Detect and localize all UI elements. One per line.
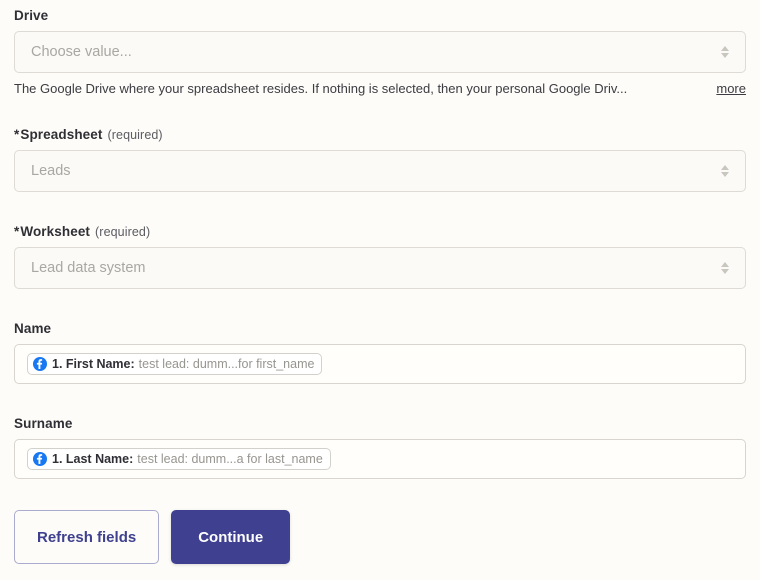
name-input[interactable]: 1. First Name: test lead: dumm...for fir… (14, 344, 746, 384)
drive-helper-more-link[interactable]: more (716, 80, 746, 97)
spreadsheet-select-value: Leads (31, 163, 71, 179)
chevron-up-down-icon (721, 46, 729, 58)
label-worksheet: *Worksheet (required) (14, 224, 746, 240)
label-drive: Drive (14, 8, 49, 23)
google-sheets-action-form: Drive Choose value... The Google Drive w… (0, 0, 760, 564)
surname-input[interactable]: 1. Last Name: test lead: dumm...a for la… (14, 439, 746, 479)
refresh-fields-button[interactable]: Refresh fields (14, 510, 160, 564)
drive-helper-text: The Google Drive where your spreadsheet … (14, 81, 628, 96)
drive-helper: The Google Drive where your spreadsheet … (14, 80, 746, 97)
field-group-worksheet: *Worksheet (required) Lead data system (14, 224, 746, 289)
facebook-icon (33, 357, 47, 371)
required-asterisk-worksheet: * (14, 224, 20, 239)
label-spreadsheet-text: Spreadsheet (20, 127, 103, 142)
surname-chip-key: 1. Last Name: (52, 452, 134, 466)
required-note-spreadsheet: (required) (107, 128, 163, 142)
facebook-icon (33, 452, 47, 466)
chevron-up-down-icon (721, 165, 729, 177)
required-note-worksheet: (required) (95, 225, 151, 239)
drive-select-value: Choose value... (31, 44, 132, 60)
name-token-chip[interactable]: 1. First Name: test lead: dumm...for fir… (27, 353, 323, 375)
name-chip-key: 1. First Name: (52, 357, 135, 371)
label-spreadsheet: *Spreadsheet (required) (14, 127, 746, 143)
surname-token-chip[interactable]: 1. Last Name: test lead: dumm...a for la… (27, 448, 331, 470)
label-surname: Surname (14, 416, 73, 431)
form-actions: Refresh fields Continue (14, 510, 746, 564)
field-group-surname: Surname 1. Last Name: test lead: dumm...… (14, 416, 746, 479)
required-asterisk-spreadsheet: * (14, 127, 20, 142)
drive-select[interactable]: Choose value... (14, 31, 746, 73)
field-group-drive: Drive Choose value... The Google Drive w… (14, 8, 746, 97)
worksheet-select[interactable]: Lead data system (14, 247, 746, 289)
surname-chip-value: test lead: dumm...a for last_name (137, 452, 323, 466)
label-name: Name (14, 321, 52, 336)
name-chip-value: test lead: dumm...for first_name (138, 357, 315, 371)
field-group-name: Name 1. First Name: test lead: dumm...fo… (14, 321, 746, 384)
chevron-up-down-icon (721, 262, 729, 274)
spreadsheet-select[interactable]: Leads (14, 150, 746, 192)
continue-button[interactable]: Continue (171, 510, 291, 564)
worksheet-select-value: Lead data system (31, 260, 146, 276)
label-worksheet-text: Worksheet (20, 224, 91, 239)
field-group-spreadsheet: *Spreadsheet (required) Leads (14, 127, 746, 192)
